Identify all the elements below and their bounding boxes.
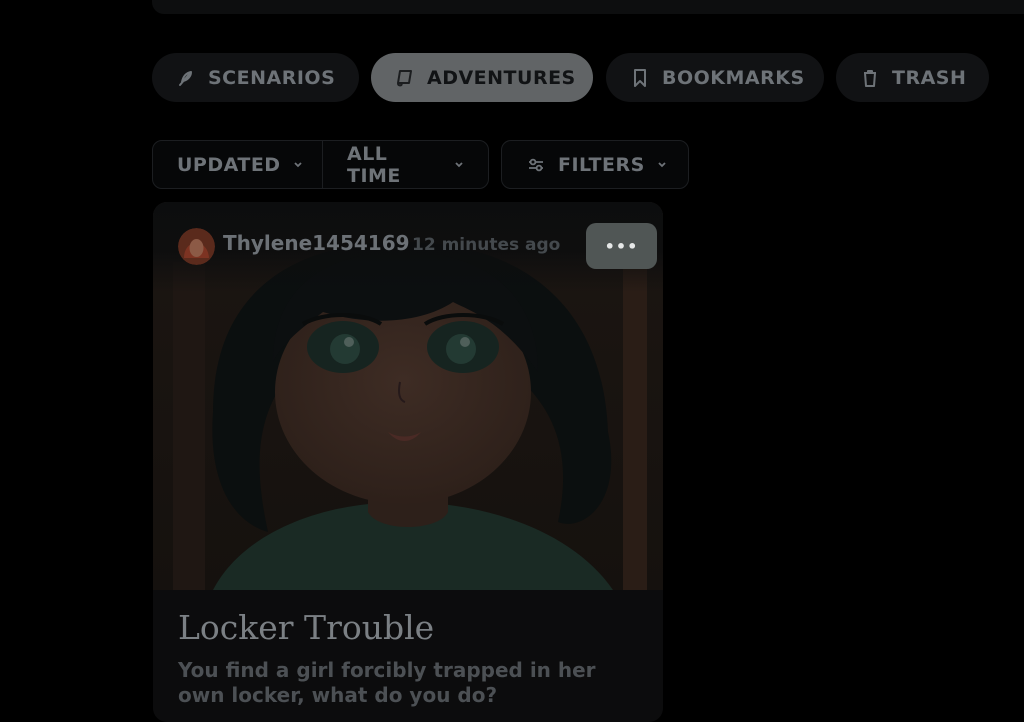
sliders-icon (526, 155, 546, 175)
adventure-card[interactable]: Thylene1454169 12 minutes ago ••• Locker… (153, 202, 663, 722)
sort-label: UPDATED (177, 153, 281, 176)
time-range-dropdown[interactable]: ALL TIME (322, 140, 489, 189)
more-options-button[interactable]: ••• (586, 223, 657, 269)
card-body: Locker Trouble You find a girl forcibly … (153, 590, 663, 722)
tab-label: SCENARIOS (208, 66, 336, 89)
chevron-down-icon (293, 160, 303, 170)
chevron-down-icon (657, 160, 667, 170)
tab-trash[interactable]: TRASH (836, 53, 989, 102)
time-range-label: ALL TIME (347, 142, 401, 187)
trash-icon (860, 68, 880, 88)
adventure-description: You find a girl forcibly trapped in her … (178, 658, 596, 707)
adventure-title[interactable]: Locker Trouble (178, 608, 434, 647)
bookmark-icon (630, 68, 650, 88)
scroll-icon (395, 68, 415, 88)
top-bar (152, 0, 1024, 14)
card-header: Thylene1454169 12 minutes ago ••• (153, 202, 663, 292)
sort-dropdown[interactable]: UPDATED (152, 140, 323, 189)
chevron-down-icon (454, 160, 464, 170)
timestamp: 12 minutes ago (412, 235, 561, 255)
tab-adventures[interactable]: ADVENTURES (371, 53, 593, 102)
tab-label: BOOKMARKS (662, 66, 805, 89)
feather-icon (176, 68, 196, 88)
tab-label: ADVENTURES (427, 66, 576, 89)
filters-label: FILTERS (558, 153, 645, 176)
tab-bookmarks[interactable]: BOOKMARKS (606, 53, 824, 102)
tab-scenarios[interactable]: SCENARIOS (152, 53, 359, 102)
filters-button[interactable]: FILTERS (501, 140, 689, 189)
ellipsis-icon: ••• (604, 236, 639, 256)
tab-label: TRASH (892, 66, 967, 89)
avatar[interactable] (178, 228, 215, 265)
username[interactable]: Thylene1454169 (223, 231, 410, 255)
